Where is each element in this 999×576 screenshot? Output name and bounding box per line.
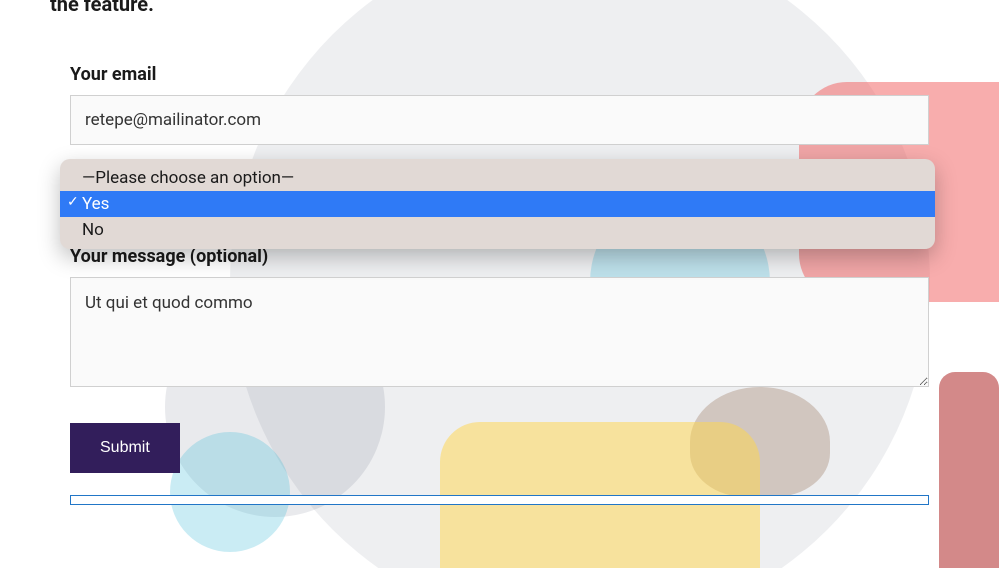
dropdown-option-placeholder[interactable]: —Please choose an option— [60,165,935,191]
truncated-heading: the feature. [50,0,929,16]
dropdown-option-yes[interactable]: ✓ Yes [60,191,935,217]
message-label: Your message (optional) [70,246,929,267]
email-input[interactable] [70,95,929,145]
message-textarea[interactable] [70,277,929,387]
dropdown-option-yes-label: Yes [82,194,109,214]
select-dropdown[interactable]: —Please choose an option— ✓ Yes No [60,159,935,249]
email-field-group: Your email [70,64,929,145]
dropdown-option-no[interactable]: No [60,217,935,243]
check-icon: ✓ [67,194,79,210]
email-label: Your email [70,64,929,85]
response-output-bar [70,495,929,505]
message-field-group: Your message (optional) [70,246,929,391]
submit-button[interactable]: Submit [70,423,180,473]
form-container: the feature. Your email Do you want to d… [0,0,999,505]
